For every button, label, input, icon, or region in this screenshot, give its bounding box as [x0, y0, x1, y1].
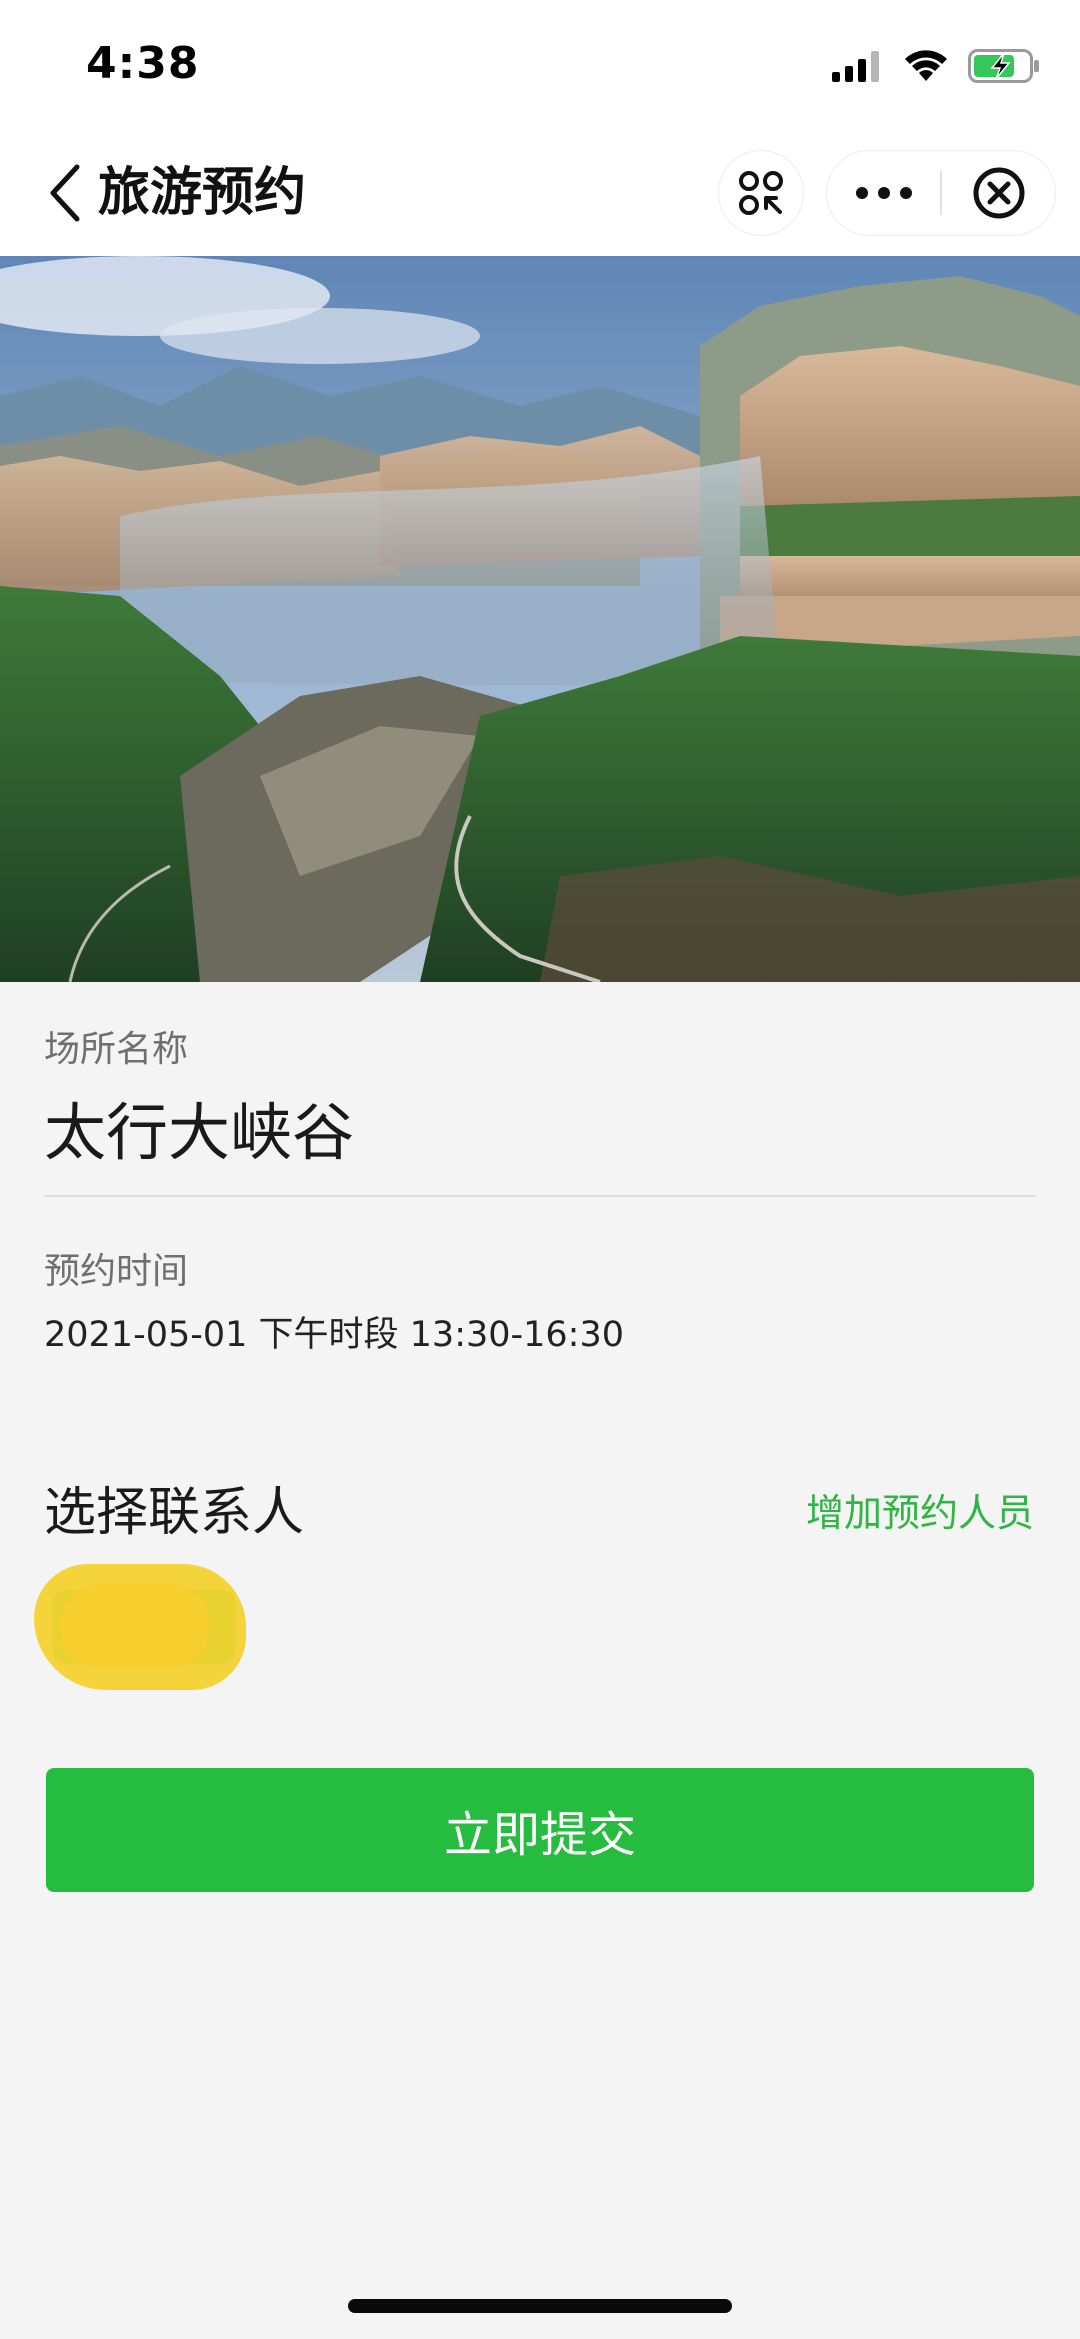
close-circle-icon — [973, 167, 1024, 219]
nav-bar: 旅游预约 — [0, 130, 1080, 256]
canyon-landscape-image — [0, 256, 1080, 982]
battery-charging-icon — [968, 49, 1039, 83]
add-person-link[interactable]: 增加预约人员 — [806, 1482, 1034, 1537]
home-indicator[interactable] — [348, 2299, 732, 2313]
status-bar: 4:38 — [0, 0, 1080, 130]
hero-image — [0, 256, 1080, 982]
booking-time-label: 预约时间 — [44, 1251, 189, 1292]
wifi-icon — [905, 50, 947, 81]
more-dots-icon — [855, 187, 912, 199]
close-button[interactable] — [942, 150, 1055, 236]
contact-chip[interactable] — [34, 1564, 246, 1690]
cellular-signal-icon — [832, 51, 879, 82]
venue-label: 场所名称 — [44, 1029, 189, 1070]
capsule-menu — [826, 150, 1056, 236]
page-title: 旅游预约 — [98, 163, 307, 223]
mini-program-scan-icon — [739, 171, 783, 215]
venue-name: 太行大峡谷 — [44, 1096, 355, 1169]
status-icons — [832, 44, 1040, 88]
booking-time-value: 2021-05-01 下午时段 13:30-16:30 — [44, 1315, 625, 1355]
back-button[interactable] — [40, 158, 90, 228]
status-time: 4:38 — [86, 38, 200, 89]
submit-button[interactable]: 立即提交 — [46, 1768, 1034, 1892]
chevron-left-icon — [50, 164, 80, 222]
redaction-mark-inner — [60, 1584, 210, 1668]
scan-button[interactable] — [718, 150, 804, 236]
more-button[interactable] — [827, 150, 940, 236]
contact-section-title: 选择联系人 — [44, 1483, 305, 1543]
divider — [44, 1195, 1036, 1197]
